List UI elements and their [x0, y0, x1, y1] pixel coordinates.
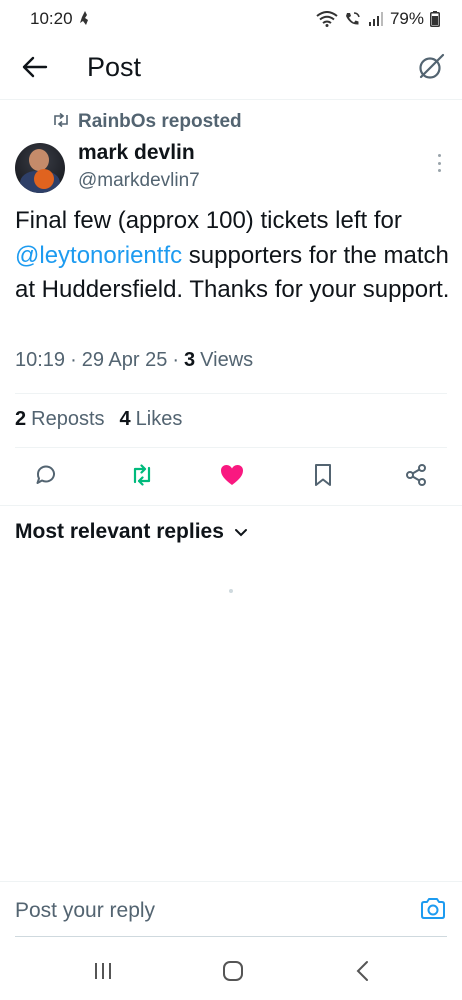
post-time: 10:19: [15, 349, 66, 371]
post-meta: 10:19 · 29 Apr 25 · 3 Views: [15, 349, 254, 371]
like-button[interactable]: [212, 457, 252, 497]
recent-apps-icon: [92, 961, 114, 986]
page-title: Post: [87, 52, 142, 82]
more-options-button[interactable]: [432, 151, 446, 175]
reposts-stat[interactable]: 2 Reposts: [15, 408, 105, 431]
post-text-start: Final few (approx 100) tickets left for: [15, 207, 402, 234]
status-bar: 10:20 79%: [0, 0, 462, 38]
reply-input[interactable]: Post your reply: [15, 899, 155, 923]
replies-sort-label: Most relevant replies: [15, 520, 224, 543]
repost-icon: [130, 463, 154, 491]
like-icon: [220, 464, 244, 491]
camera-icon: [420, 897, 446, 926]
repost-indicator[interactable]: RainbOs reposted: [52, 111, 242, 133]
battery-icon: [430, 11, 440, 27]
views-count: 3: [184, 349, 196, 371]
chevron-left-icon: [355, 960, 371, 987]
reply-icon: [34, 463, 58, 492]
engagement-stats: 2 Reposts 4 Likes: [15, 408, 182, 431]
divider: [0, 505, 462, 506]
replies-sort-dropdown[interactable]: Most relevant replies: [15, 520, 248, 544]
reply-composer: Post your reply: [0, 881, 462, 937]
divider: [15, 447, 447, 448]
author-name[interactable]: mark devlin: [78, 141, 195, 165]
likes-label: Likes: [135, 408, 183, 430]
reply-underline: [15, 936, 447, 937]
wifi-icon: [316, 11, 338, 27]
back-button[interactable]: [20, 54, 50, 84]
status-time: 10:20: [30, 9, 73, 28]
reposts-count: 2: [15, 408, 27, 430]
recent-apps-button[interactable]: [88, 960, 118, 986]
chevron-down-icon: [234, 520, 248, 544]
top-app-bar: Post: [0, 38, 462, 100]
wifi-calling-icon: [344, 11, 362, 27]
grok-button[interactable]: [414, 52, 448, 86]
grok-icon: [417, 53, 445, 86]
divider: [15, 393, 447, 394]
reply-button[interactable]: [26, 457, 66, 497]
author-handle[interactable]: @markdevlin7: [78, 170, 200, 192]
avatar[interactable]: [15, 143, 65, 193]
bookmark-button[interactable]: [303, 457, 343, 497]
action-bar: [0, 457, 462, 497]
bookmark-icon: [313, 463, 333, 492]
post-date: 29 Apr 25: [81, 349, 168, 371]
home-button[interactable]: [218, 960, 248, 986]
notification-icon: [78, 10, 92, 31]
battery-text: 79%: [389, 9, 424, 28]
repost-by-label: RainbOs reposted: [78, 111, 242, 132]
share-button[interactable]: [396, 457, 436, 497]
repost-button[interactable]: [122, 457, 162, 497]
system-nav-bar: [0, 940, 462, 1000]
loading-indicator: [229, 589, 233, 593]
home-icon: [222, 960, 244, 987]
status-icons: 79%: [316, 9, 440, 29]
back-nav-button[interactable]: [348, 960, 378, 986]
reposts-label: Reposts: [31, 408, 105, 430]
likes-count: 4: [119, 408, 131, 430]
arrow-left-icon: [22, 56, 48, 83]
post-text: Final few (approx 100) tickets left for …: [15, 204, 450, 308]
signal-icon: [368, 12, 384, 26]
views-label: Views: [200, 349, 254, 371]
camera-button[interactable]: [419, 897, 447, 925]
mention-link[interactable]: @leytonorientfc: [15, 242, 182, 269]
repost-small-icon: [52, 111, 70, 133]
share-icon: [404, 463, 428, 492]
likes-stat[interactable]: 4 Likes: [120, 408, 183, 431]
